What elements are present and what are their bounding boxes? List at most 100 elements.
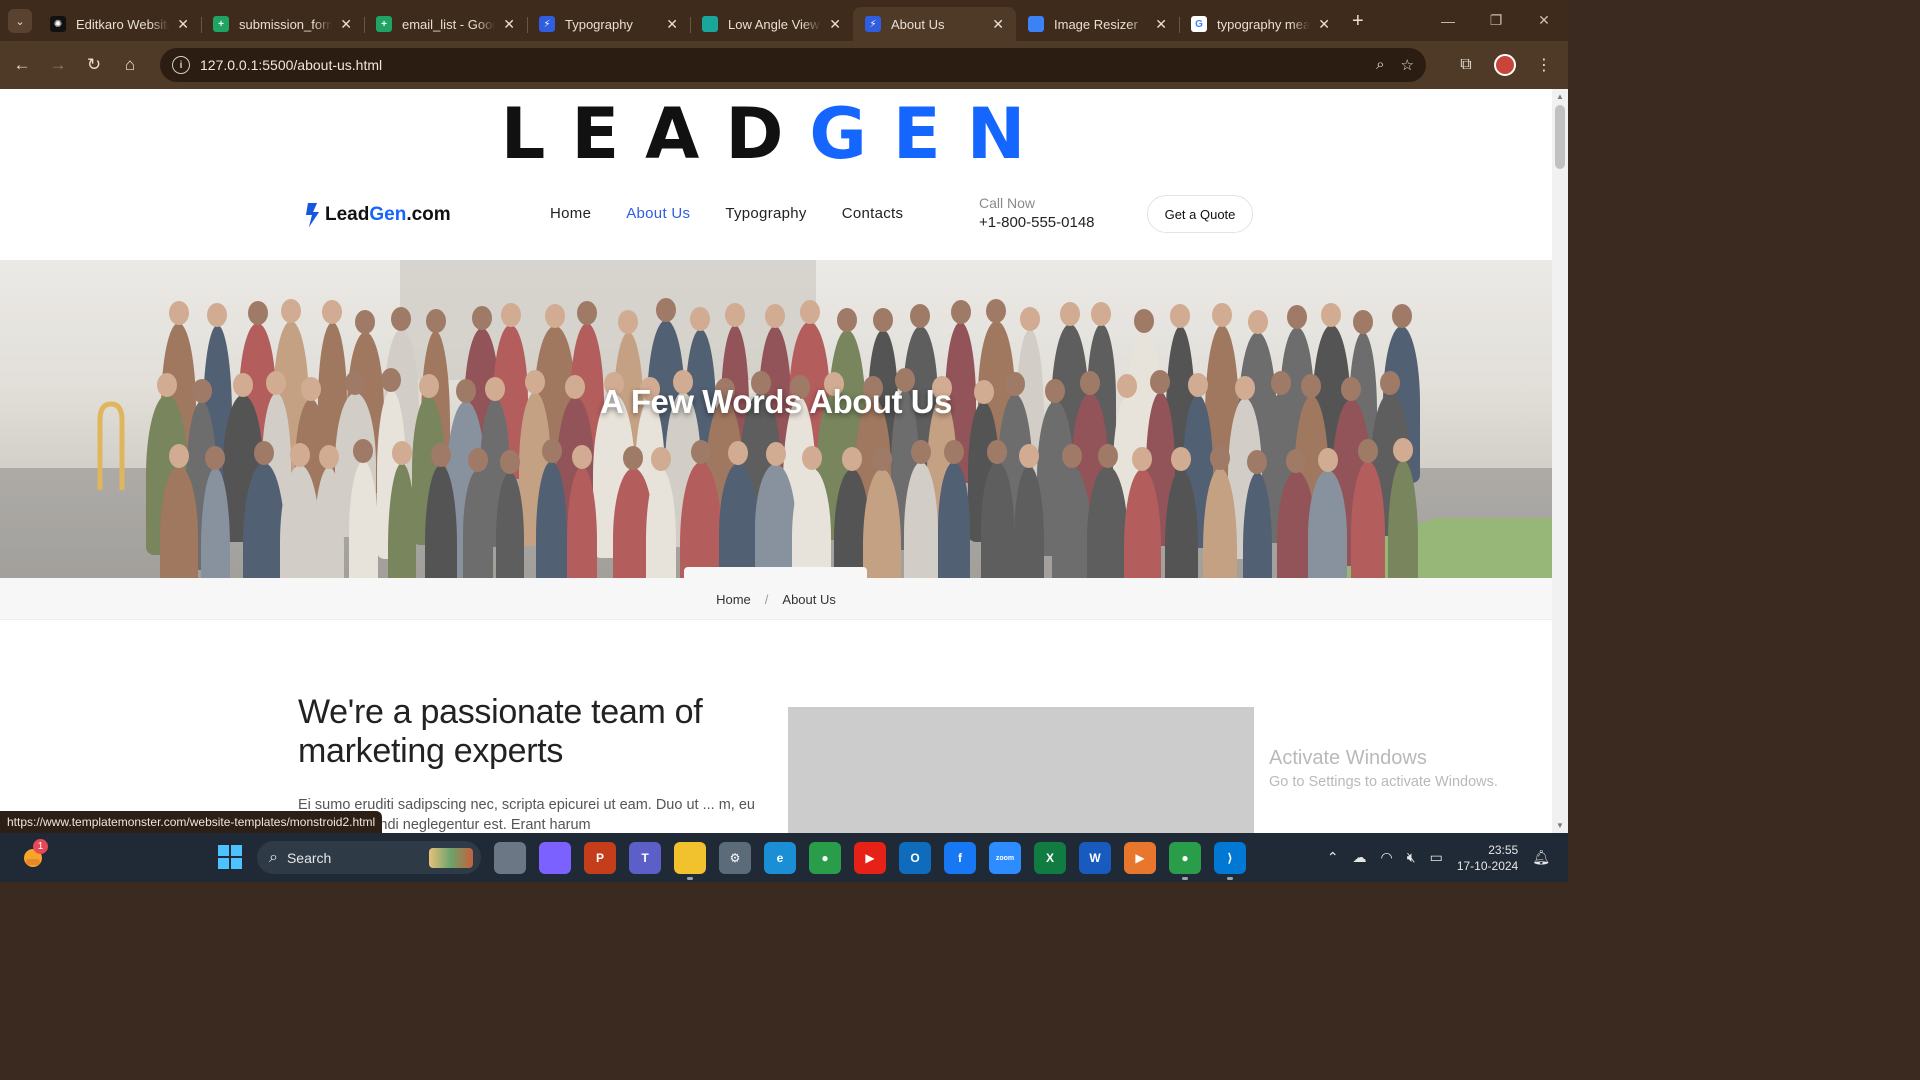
volume-muted-icon[interactable]: 🔇︎ — [1407, 849, 1416, 866]
scrollbar-thumb[interactable] — [1555, 105, 1565, 169]
tab-strip: ⌄ ✺ Editkaro Website ✕ + submission_form ✕ + em… — [0, 0, 1568, 41]
brand-logo[interactable]: Lead Gen .com — [306, 203, 451, 227]
browser-tab[interactable]: Gtypography meaning ✕ — [1179, 7, 1342, 41]
site-header: Lead Gen .com Home About Us Typography Contac… — [0, 189, 1552, 261]
start-button[interactable] — [218, 845, 242, 869]
breadcrumb-separator: / — [764, 591, 769, 607]
excel-icon[interactable]: X — [1034, 842, 1066, 874]
chevron-up-icon[interactable]: ⌃ — [1327, 849, 1339, 866]
tab-close-icon[interactable]: ✕ — [1155, 16, 1167, 33]
sheets-icon: + — [376, 16, 392, 32]
browser-tab[interactable]: ✺ Editkaro Website ✕ — [38, 7, 201, 41]
tab-close-icon[interactable]: ✕ — [666, 16, 678, 33]
breadcrumb-notch — [684, 567, 867, 578]
clock[interactable]: 23:55 17-10-2024 — [1457, 842, 1518, 874]
bolt-icon — [306, 203, 319, 227]
tab-close-icon[interactable]: ✕ — [177, 16, 189, 33]
scroll-down-icon[interactable]: ▼ — [1556, 821, 1564, 830]
taskbar-search[interactable]: ⌕ Search — [257, 841, 481, 874]
facebook-icon[interactable]: f — [944, 842, 976, 874]
taskbar-apps: P T ⚙ e ● ▶ Of zoom X W ▶ ● ⟩ — [494, 842, 1246, 880]
search-placeholder: Search — [286, 849, 332, 866]
page-scrollbar[interactable]: ▲ ▼ — [1552, 89, 1568, 833]
notification-bell-icon[interactable]: 🔔︎ — [1532, 849, 1550, 866]
teams-icon[interactable]: T — [629, 842, 661, 874]
minimize-button[interactable]: — — [1424, 0, 1472, 41]
profile-avatar[interactable] — [1494, 54, 1516, 76]
tab-title: Editkaro Website — [76, 16, 170, 32]
wifi-icon[interactable]: ◠ — [1381, 849, 1393, 866]
browser-tab[interactable]: Image Resizer ✕ — [1016, 7, 1179, 41]
tab-close-icon[interactable]: ✕ — [1318, 16, 1330, 33]
battery-icon[interactable]: ▭ — [1430, 849, 1443, 866]
menu-kebab-icon[interactable]: ⋮ — [1526, 47, 1562, 83]
window-controls: — ❐ ✕ — [1424, 0, 1568, 41]
browser-tab[interactable]: ⚡ Typography ✕ — [527, 7, 690, 41]
logo-dark-part: LEAD — [500, 93, 810, 175]
sheets-icon: + — [213, 16, 229, 32]
status-url-bubble: https://www.templatemonster.com/website-… — [0, 811, 383, 833]
chrome-profile-icon[interactable]: ● — [1169, 842, 1201, 880]
search-highlight-icon — [429, 847, 473, 868]
windows-activation-watermark: Activate Windows Go to Settings to activ… — [1269, 747, 1498, 790]
browser-tab[interactable]: Low Angle View of ✕ — [690, 7, 853, 41]
tab-close-icon[interactable]: ✕ — [340, 16, 352, 33]
media-player-icon[interactable]: ▶ — [1124, 842, 1156, 874]
chevron-down-icon: ⌄ — [15, 15, 25, 28]
extensions-icon[interactable]: ⧉ — [1448, 47, 1484, 83]
back-button[interactable]: ← — [4, 47, 40, 83]
nav-link-about-us[interactable]: About Us — [626, 205, 690, 222]
word-icon[interactable]: W — [1079, 842, 1111, 874]
get-quote-button[interactable]: Get a Quote — [1147, 195, 1253, 233]
pexels-icon — [702, 16, 718, 32]
about-image-placeholder — [788, 707, 1254, 833]
tab-search-button[interactable]: ⌄ — [8, 9, 32, 33]
settings-icon[interactable]: ⚙ — [719, 842, 751, 874]
restore-button[interactable]: ❐ — [1472, 0, 1520, 41]
nav-link-typography[interactable]: Typography — [725, 205, 806, 222]
google-icon: G — [1191, 16, 1207, 32]
forward-button[interactable]: → — [40, 47, 76, 83]
chrome-icon[interactable]: ● — [809, 842, 841, 874]
powerpoint-icon[interactable]: P — [584, 842, 616, 874]
tab-title: email_list - Google — [402, 16, 495, 32]
breadcrumb: Home / About Us — [0, 578, 1552, 620]
file-explorer-mini-icon[interactable] — [494, 842, 526, 874]
edge-icon[interactable]: e — [764, 842, 796, 874]
url-text[interactable]: 127.0.0.1:5500/about-us.html — [200, 57, 382, 73]
breadcrumb-home-link[interactable]: Home — [716, 592, 751, 607]
scroll-up-icon[interactable]: ▲ — [1556, 92, 1564, 101]
phone-number[interactable]: +1-800-555-0148 — [979, 214, 1095, 231]
reload-button[interactable]: ↻ — [76, 47, 112, 83]
tab-title: submission_form — [239, 16, 333, 32]
breadcrumb-bar: Home / About Us — [0, 567, 1552, 620]
browser-tab[interactable]: + submission_form ✕ — [201, 7, 364, 41]
hero-banner: A Few Words About Us — [0, 260, 1552, 578]
file-explorer-icon[interactable] — [674, 842, 706, 880]
close-window-button[interactable]: ✕ — [1520, 0, 1568, 41]
bookmark-star-icon[interactable]: ☆ — [1401, 56, 1414, 74]
address-bar[interactable]: i 127.0.0.1:5500/about-us.html ⌕ ☆ — [160, 48, 1426, 82]
openai-icon: ✺ — [50, 16, 66, 32]
watermark-title: Activate Windows — [1269, 747, 1427, 769]
copilot-icon[interactable] — [539, 842, 571, 874]
zoom-icon[interactable]: zoom — [989, 842, 1021, 874]
call-now-block: Call Now +1-800-555-0148 — [979, 195, 1095, 231]
onedrive-icon[interactable]: ☁ — [1353, 849, 1367, 866]
site-info-icon[interactable]: i — [172, 56, 190, 74]
browser-tab[interactable]: ⚡ About Us ✕ — [853, 7, 1016, 41]
browser-tab[interactable]: + email_list - Google ✕ — [364, 7, 527, 41]
tab-close-icon[interactable]: ✕ — [829, 16, 841, 33]
new-tab-button[interactable]: + — [1352, 10, 1364, 33]
youtube-icon[interactable]: ▶ — [854, 842, 886, 874]
nav-link-contacts[interactable]: Contacts — [842, 205, 904, 222]
tab-close-icon[interactable]: ✕ — [503, 16, 515, 33]
vscode-icon[interactable]: ⟩ — [1214, 842, 1246, 880]
tab-close-icon[interactable]: ✕ — [992, 16, 1004, 33]
zoom-icon[interactable]: ⌕ — [1376, 56, 1384, 74]
page-viewport: LEADGEN Lead Gen .com Home About Us Typograp… — [0, 89, 1552, 833]
home-button[interactable]: ⌂ — [112, 47, 148, 83]
outlook-icon[interactable]: O — [899, 842, 931, 874]
nav-link-home[interactable]: Home — [550, 205, 591, 222]
tab-title: Typography — [565, 16, 633, 32]
